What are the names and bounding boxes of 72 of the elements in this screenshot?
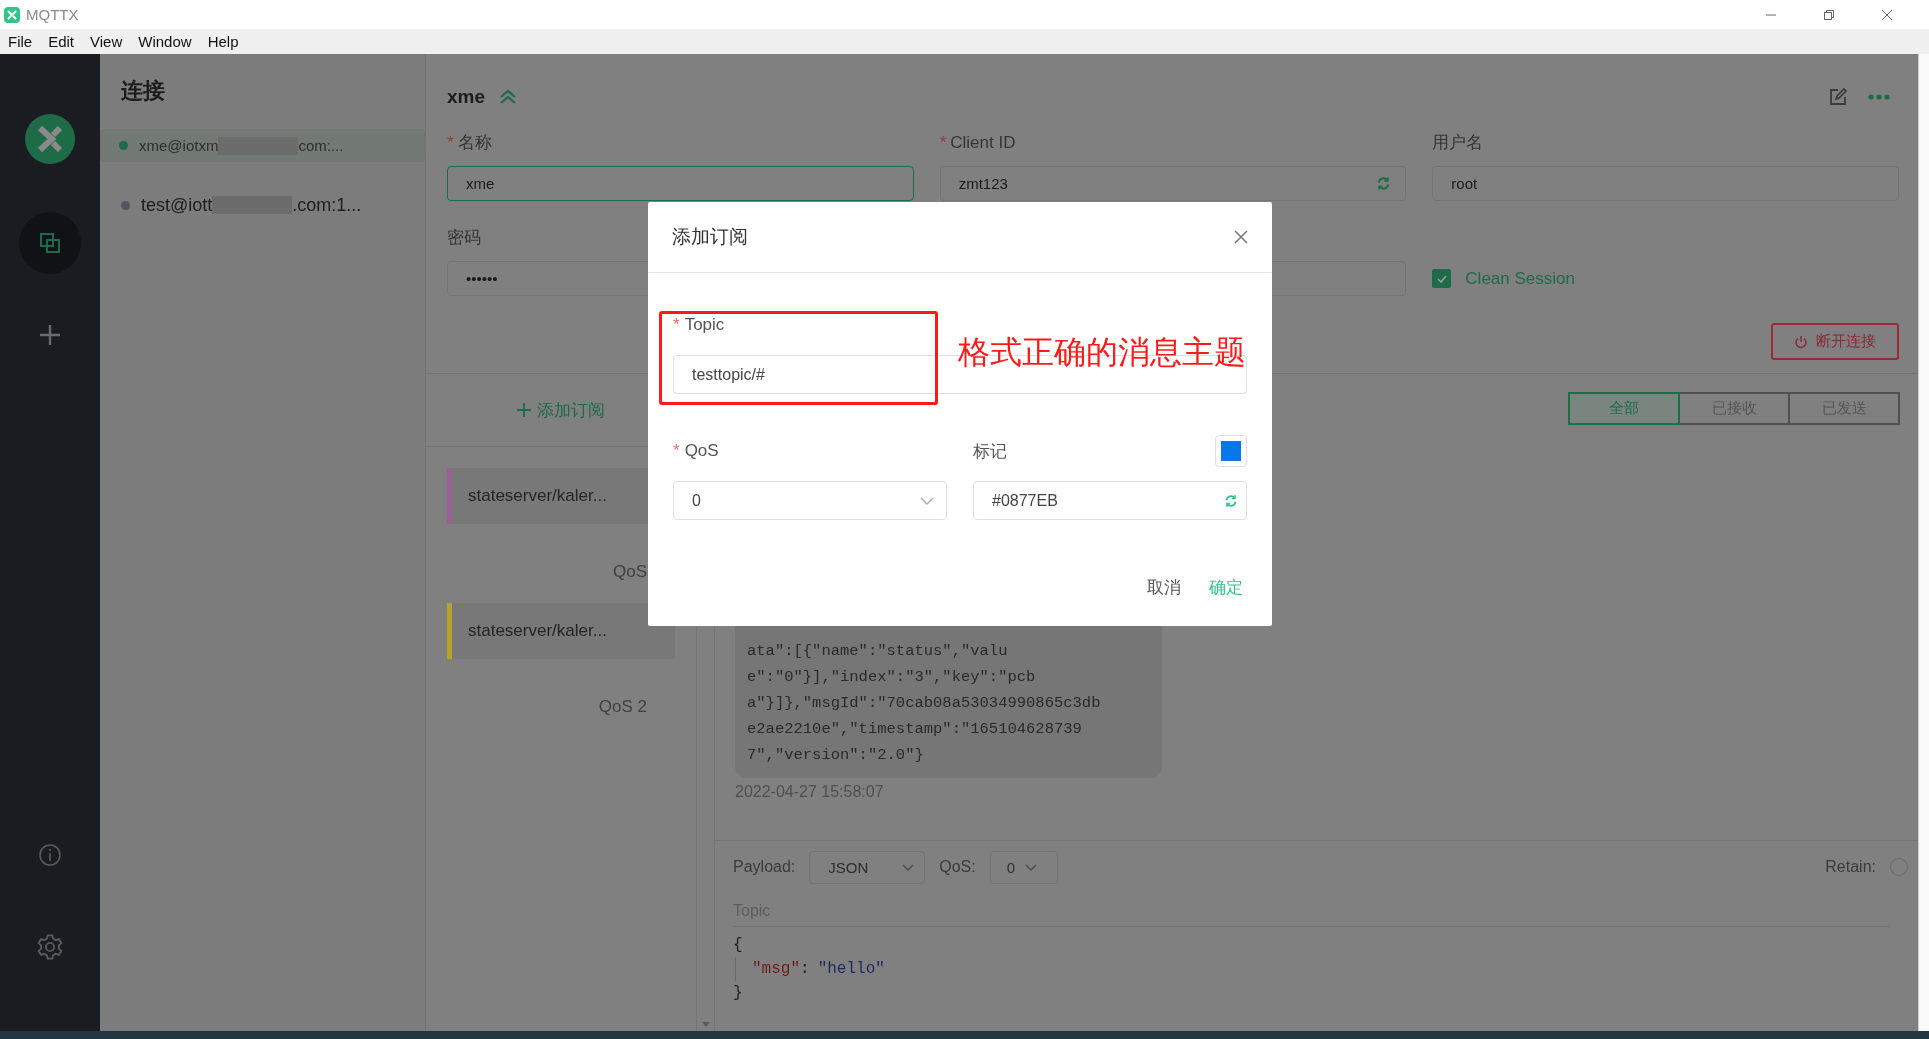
subscription-qos: QoS bbox=[611, 561, 647, 582]
window-title: MQTTX bbox=[26, 6, 79, 23]
panel-title: 连接 bbox=[120, 77, 166, 105]
edit-icon[interactable] bbox=[1828, 87, 1848, 107]
connection-host-start: test@iott bbox=[141, 194, 213, 216]
restore-icon[interactable] bbox=[1823, 8, 1835, 21]
connection-name: xme bbox=[447, 86, 486, 108]
field-label: 密码 bbox=[447, 227, 481, 249]
more-icon[interactable] bbox=[1868, 94, 1890, 100]
qos-select[interactable]: 0 bbox=[989, 850, 1058, 884]
connection-host-end: com:... bbox=[298, 137, 344, 154]
input-field[interactable]: zmt123 bbox=[939, 166, 1407, 201]
scrollbar[interactable] bbox=[1918, 54, 1929, 1031]
qos-label: QoS: bbox=[939, 858, 976, 876]
color-field[interactable]: #0877EB bbox=[973, 481, 1247, 520]
connection-item[interactable]: test@iott .com:1... bbox=[100, 167, 425, 243]
app-logo-icon bbox=[4, 6, 20, 23]
power-icon bbox=[1794, 334, 1808, 349]
refresh-icon[interactable] bbox=[1376, 176, 1392, 191]
input-field[interactable]: root bbox=[1432, 166, 1899, 201]
color-picker[interactable] bbox=[1215, 435, 1247, 467]
field-label: 标记 bbox=[973, 440, 1007, 463]
subscription-qos: QoS 2 bbox=[597, 696, 647, 717]
retain-label: Retain: bbox=[1825, 858, 1876, 876]
menu-item[interactable]: Window bbox=[138, 33, 192, 50]
close-icon[interactable] bbox=[1234, 230, 1248, 244]
double-chevron-up-icon[interactable] bbox=[499, 89, 518, 105]
close-icon[interactable] bbox=[1881, 8, 1893, 21]
connection-item[interactable]: xme@iotxm com:... bbox=[100, 129, 425, 162]
payload-line: 7","version":"2.0"} bbox=[747, 745, 925, 766]
settings-icon[interactable] bbox=[36, 933, 64, 961]
qos-select[interactable]: 0 bbox=[673, 481, 947, 520]
disconnect-button[interactable]: 断开连接 bbox=[1771, 323, 1899, 360]
field-label: 用户名 bbox=[1432, 132, 1484, 154]
connection-host-start: xme@iotxm bbox=[139, 137, 219, 154]
menu-item[interactable]: View bbox=[90, 33, 123, 50]
caret-icon bbox=[1025, 863, 1038, 871]
plus-icon bbox=[517, 403, 531, 417]
required-mark: * bbox=[939, 132, 947, 153]
menu-item[interactable]: File bbox=[8, 33, 33, 50]
app-logo-icon bbox=[25, 114, 75, 164]
checkbox[interactable] bbox=[1432, 269, 1452, 288]
payload-editor[interactable]: { "msg": "hello" } bbox=[733, 927, 1890, 1005]
subscription-item[interactable]: stateserver/kaler... bbox=[447, 603, 675, 659]
field-label: 名称 bbox=[457, 132, 492, 154]
checkbox-label: Clean Session bbox=[1465, 268, 1575, 289]
refresh-icon[interactable] bbox=[1224, 493, 1238, 508]
input-field[interactable]: xme bbox=[447, 166, 914, 201]
required-mark: * bbox=[673, 315, 680, 335]
field-label: Client ID bbox=[950, 132, 1016, 153]
dialog-title: 添加订阅 bbox=[672, 225, 748, 249]
field-label: Topic bbox=[684, 315, 725, 335]
payload-line: a"}]},"msgId":"70cab08a53034990865c3db bbox=[747, 693, 1102, 714]
menu-item[interactable]: Edit bbox=[48, 33, 75, 50]
caret-icon bbox=[902, 863, 915, 871]
connection-host-end: .com:1... bbox=[292, 194, 362, 216]
info-icon[interactable] bbox=[38, 843, 62, 867]
payload-line: e2ae2210e","timestamp":"165104628739 bbox=[747, 719, 1083, 740]
cancel-button[interactable]: 取消 bbox=[1147, 576, 1181, 599]
subscription-topic: stateserver/kaler... bbox=[468, 486, 607, 506]
subscription-topic: stateserver/kaler... bbox=[468, 621, 607, 641]
format-select[interactable]: JSON bbox=[809, 850, 926, 884]
payload-label: Payload: bbox=[733, 858, 796, 876]
menu-item[interactable]: Help bbox=[207, 33, 239, 50]
plus-icon bbox=[39, 324, 61, 346]
confirm-button[interactable]: 确定 bbox=[1209, 576, 1243, 599]
caret-icon bbox=[920, 496, 934, 505]
scroll-down-icon[interactable] bbox=[701, 1022, 710, 1027]
payload-line: ata":[{"name":"status","valu bbox=[747, 641, 1009, 662]
connections-icon bbox=[39, 232, 61, 254]
required-mark: * bbox=[447, 132, 454, 153]
payload-line: e":"0"}],"index":"3","key":"pcb bbox=[747, 667, 1037, 688]
